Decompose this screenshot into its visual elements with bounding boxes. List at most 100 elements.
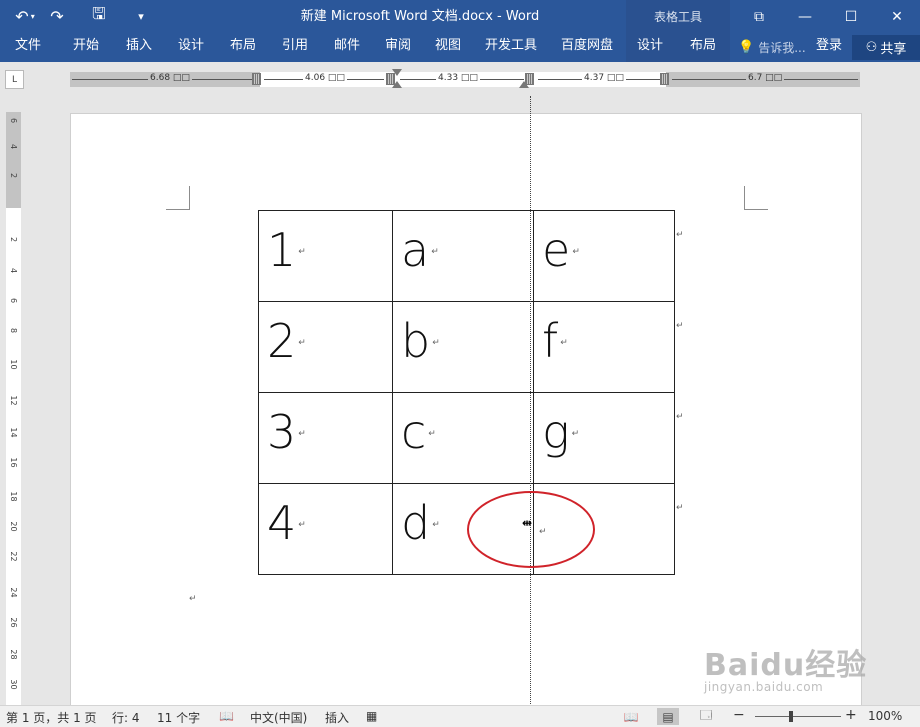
paragraph-mark: ↵ xyxy=(572,247,580,257)
cell-text: b xyxy=(401,314,431,368)
tab-review[interactable]: 审阅 xyxy=(378,33,418,62)
table-cell[interactable]: 3 ↵ xyxy=(258,392,393,484)
zoom-slider[interactable] xyxy=(755,716,841,717)
tab-home[interactable]: 开始 xyxy=(66,33,106,62)
tell-me-text: 告诉我... xyxy=(758,41,806,55)
table-cell[interactable]: 2 ↵ xyxy=(258,301,393,393)
sign-in-link[interactable]: 登录 xyxy=(816,33,842,62)
word-count[interactable]: 11 个字 xyxy=(157,709,200,726)
close-icon: ✕ xyxy=(891,8,903,25)
right-indent-marker[interactable] xyxy=(519,81,529,88)
hanging-indent-marker[interactable] xyxy=(392,81,402,88)
zoom-level[interactable]: 100% xyxy=(868,709,902,723)
tab-layout[interactable]: 布局 xyxy=(223,33,263,62)
read-mode-icon[interactable]: 📖 xyxy=(620,708,642,725)
tab-file[interactable]: 文件 xyxy=(8,33,48,62)
cell-text: 3 xyxy=(267,405,297,459)
ribbon-display-icon: ⧉ xyxy=(754,8,764,25)
page-count[interactable]: 第 1 页，共 1 页 xyxy=(6,709,97,726)
tab-view[interactable]: 视图 xyxy=(428,33,468,62)
person-icon: ⚇ xyxy=(865,40,878,55)
print-layout-icon[interactable]: ▤ xyxy=(657,708,679,725)
undo-button[interactable]: ↶ ▾ xyxy=(8,2,42,32)
zoom-out-button[interactable]: − xyxy=(733,707,745,723)
baidu-watermark: Baidu经验 jingyan.baidu.com xyxy=(704,640,874,706)
tab-table-layout[interactable]: 布局 xyxy=(683,33,723,62)
document-page[interactable]: 1 ↵ a ↵ e ↵ 2 ↵ b ↵ f ↵ 3 ↵ c ↵ g ↵ 4 ↵ d ↵ ↵ ↵ ↵ ↵… xyxy=(70,113,862,713)
cell-text: f xyxy=(542,314,559,368)
zoom-slider-thumb[interactable] xyxy=(789,711,793,722)
tab-developer[interactable]: 开发工具 xyxy=(480,33,542,62)
share-button[interactable]: ⚇ 共享 xyxy=(852,35,920,60)
ribbon-tabs: 文件 开始 插入 设计 布局 引用 邮件 审阅 视图 开发工具 百度网盘 设计 … xyxy=(0,33,920,62)
cell-text: a xyxy=(401,223,430,277)
vruler-number: 6 xyxy=(9,297,18,304)
row-end-mark: ↵ xyxy=(676,503,684,513)
undo-dropdown-icon[interactable]: ▾ xyxy=(31,12,35,21)
window-title: 新建 Microsoft Word 文档.docx - Word xyxy=(300,9,540,24)
macro-record-icon[interactable]: ▦ xyxy=(366,709,377,723)
cell-text: e xyxy=(542,223,571,277)
column-marker[interactable] xyxy=(660,73,669,85)
table-cell[interactable]: e ↵ xyxy=(533,210,675,302)
document-table[interactable]: 1 ↵ a ↵ e ↵ 2 ↵ b ↵ f ↵ 3 ↵ c ↵ g ↵ 4 ↵ d ↵ xyxy=(258,210,675,575)
table-cell[interactable]: 1 ↵ xyxy=(258,210,393,302)
vruler-number: 2 xyxy=(9,236,18,243)
line-number[interactable]: 行: 4 xyxy=(112,709,140,726)
column-marker[interactable] xyxy=(252,73,261,85)
cell-text: 1 xyxy=(267,223,297,277)
web-layout-icon[interactable]: 🗔 xyxy=(695,708,717,725)
paragraph-mark: ↵ xyxy=(428,429,436,439)
ribbon-display-options-button[interactable]: ⧉ xyxy=(736,0,782,33)
vruler-number: 14 xyxy=(9,427,18,438)
vruler-number: 6 xyxy=(9,117,18,124)
minimize-button[interactable]: — xyxy=(782,0,828,33)
paragraph-mark: ↵ xyxy=(298,247,306,257)
vruler-number: 26 xyxy=(9,617,18,628)
table-cell[interactable]: c ↵ xyxy=(392,392,534,484)
language[interactable]: 中文(中国) xyxy=(250,709,307,726)
tab-mailings[interactable]: 邮件 xyxy=(327,33,367,62)
title-bar: ↶ ▾ ↷ 🖫 ▾ 新建 Microsoft Word 文档.docx - Wor… xyxy=(0,0,920,33)
table-row: 2 ↵ b ↵ f ↵ xyxy=(258,301,675,393)
proofing-icon[interactable]: 📖 xyxy=(219,709,234,723)
cell-text: d xyxy=(401,496,431,550)
first-line-indent-marker[interactable] xyxy=(392,69,402,76)
close-button[interactable]: ✕ xyxy=(874,0,920,33)
maximize-button[interactable]: ☐ xyxy=(828,0,874,33)
table-cell[interactable]: f ↵ xyxy=(533,301,675,393)
vertical-ruler[interactable]: 6 4 2 2 4 6 8 10 12 14 16 18 20 22 24 26… xyxy=(6,112,21,705)
tab-insert[interactable]: 插入 xyxy=(119,33,159,62)
paragraph-mark: ↵ xyxy=(432,520,440,530)
customize-icon: ▾ xyxy=(138,10,144,23)
paragraph-mark: ↵ xyxy=(539,527,547,537)
insert-mode[interactable]: 插入 xyxy=(325,709,349,726)
table-tools-group-label: 表格工具 xyxy=(626,0,730,33)
maximize-icon: ☐ xyxy=(844,8,858,25)
tab-references[interactable]: 引用 xyxy=(275,33,315,62)
table-cell[interactable]: b ↵ xyxy=(392,301,534,393)
status-bar: 第 1 页，共 1 页 行: 4 11 个字 📖 中文(中国) 插入 ▦ 📖 ▤… xyxy=(0,705,920,727)
tell-me-box[interactable]: 💡 告诉我... xyxy=(738,33,806,62)
horizontal-ruler[interactable]: 6.68 □□ 4.06 □□ 4.33 □□ 4.37 □□ 6.7 □□ xyxy=(70,69,860,88)
window-controls: ⧉ — ☐ ✕ xyxy=(736,0,920,33)
table-row: 1 ↵ a ↵ e ↵ xyxy=(258,210,675,302)
table-cell[interactable]: g ↵ xyxy=(533,392,675,484)
tab-table-design[interactable]: 设计 xyxy=(630,33,670,62)
paragraph-mark: ↵ xyxy=(298,338,306,348)
tab-selector[interactable]: L xyxy=(5,70,24,89)
tab-design[interactable]: 设计 xyxy=(171,33,211,62)
ruler-seg-label: 4.06 □□ xyxy=(303,73,347,83)
vruler-number: 30 xyxy=(9,679,18,690)
ruler-seg-label: 4.33 □□ xyxy=(436,73,480,83)
customize-qat-button[interactable]: ▾ xyxy=(126,2,156,32)
minimize-icon: — xyxy=(798,8,812,25)
table-cell[interactable]: 4 ↵ xyxy=(258,483,393,575)
vruler-number: 18 xyxy=(9,491,18,502)
table-cell[interactable]: a ↵ xyxy=(392,210,534,302)
save-button[interactable]: 🖫 xyxy=(84,2,114,32)
vruler-number: 4 xyxy=(9,143,18,150)
redo-button[interactable]: ↷ xyxy=(42,2,72,32)
zoom-in-button[interactable]: + xyxy=(845,707,857,723)
tab-baidu-netdisk[interactable]: 百度网盘 xyxy=(556,33,618,62)
